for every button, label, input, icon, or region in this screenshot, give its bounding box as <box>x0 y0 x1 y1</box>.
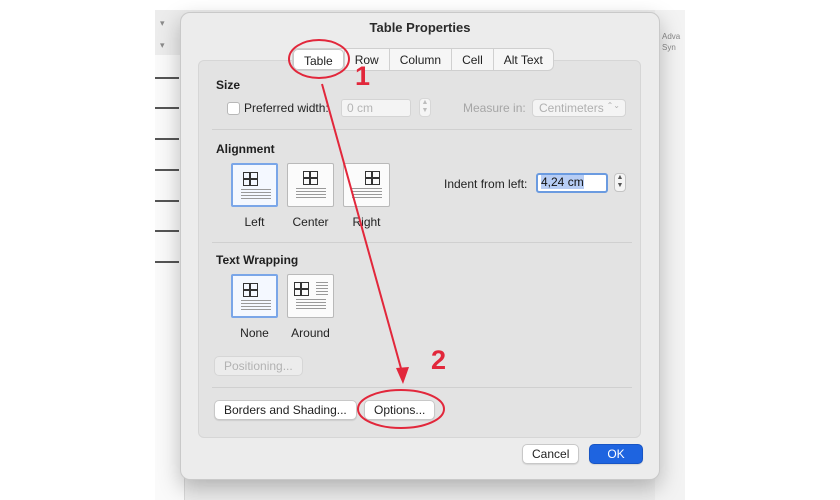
wrapping-none-option[interactable] <box>231 274 278 318</box>
ribbon-dropdown-icon[interactable]: ▾ <box>160 18 165 29</box>
table-border-line <box>155 230 179 232</box>
table-properties-dialog: Table Properties Size Preferred width: 0… <box>180 12 660 480</box>
preferred-width-label: Preferred width: <box>244 101 329 115</box>
table-icon <box>365 171 380 185</box>
section-divider <box>212 242 632 243</box>
size-section-title: Size <box>216 78 241 92</box>
alignment-section-title: Alignment <box>216 142 275 156</box>
preferred-width-stepper[interactable]: ▲ ▼ <box>419 98 431 117</box>
preferred-width-checkbox[interactable] <box>227 102 240 115</box>
text-lines-icon <box>241 300 271 312</box>
tab-content-panel: Size Preferred width: 0 cm ▲ ▼ Measure in… <box>198 60 641 438</box>
table-icon <box>243 172 258 186</box>
alignment-right-option[interactable] <box>343 163 390 207</box>
text-lines-icon <box>352 188 382 200</box>
text-wrapping-section-title: Text Wrapping <box>216 253 299 267</box>
table-border-line <box>155 261 179 263</box>
tab-table[interactable]: Table <box>293 49 344 70</box>
measure-in-select[interactable]: Centimeters ⌃⌄ <box>532 99 626 117</box>
wrapping-around-option[interactable] <box>287 274 334 318</box>
indent-from-left-input[interactable]: 4,24 cm <box>536 173 608 193</box>
step-2-number: 2 <box>431 345 447 375</box>
step-1-number: 1 <box>355 61 371 91</box>
alignment-center-option[interactable] <box>287 163 334 207</box>
text-lines-icon <box>241 189 271 201</box>
text-lines-icon <box>316 282 328 296</box>
table-icon <box>243 283 258 297</box>
table-border-line <box>155 138 179 140</box>
tab-bar: Table Row Column Cell Alt Text <box>292 48 554 71</box>
section-divider <box>212 129 632 130</box>
options-button[interactable]: Options... <box>364 400 436 420</box>
ok-button[interactable]: OK <box>589 444 643 464</box>
tab-alt-text[interactable]: Alt Text <box>492 49 553 70</box>
table-border-line <box>155 200 179 202</box>
tab-cell[interactable]: Cell <box>451 49 493 70</box>
indent-value: 4,24 cm <box>541 175 584 189</box>
positioning-button[interactable]: Positioning... <box>214 356 303 376</box>
alignment-right-label: Right <box>352 215 381 229</box>
table-icon <box>294 282 309 296</box>
alignment-left-option[interactable] <box>231 163 278 207</box>
ribbon-synonyms-label: Syn <box>662 43 676 52</box>
indent-stepper[interactable]: ▲ ▼ <box>614 173 626 192</box>
measure-in-value: Centimeters <box>539 101 604 115</box>
indent-from-left-label: Indent from left: <box>444 177 528 191</box>
measure-in-label: Measure in: <box>463 101 526 115</box>
ribbon-dropdown-icon[interactable]: ▾ <box>160 40 165 51</box>
alignment-center-label: Center <box>292 215 329 229</box>
dialog-title: Table Properties <box>369 20 471 35</box>
borders-and-shading-button[interactable]: Borders and Shading... <box>214 400 357 420</box>
text-lines-icon <box>296 299 326 311</box>
preferred-width-input[interactable]: 0 cm <box>341 99 411 117</box>
table-border-line <box>155 107 179 109</box>
table-icon <box>303 171 318 185</box>
table-border-line <box>155 169 179 171</box>
select-chevron-icon: ⌃⌄ <box>606 101 620 110</box>
ribbon-advanced-label: Adva <box>662 32 681 41</box>
section-divider <box>212 387 632 388</box>
cancel-button[interactable]: Cancel <box>522 444 579 464</box>
text-lines-icon <box>296 188 326 200</box>
wrapping-around-label: Around <box>291 326 330 340</box>
alignment-left-label: Left <box>244 215 265 229</box>
wrapping-none-label: None <box>240 326 269 340</box>
tab-column[interactable]: Column <box>388 49 451 70</box>
table-border-line <box>155 77 179 79</box>
